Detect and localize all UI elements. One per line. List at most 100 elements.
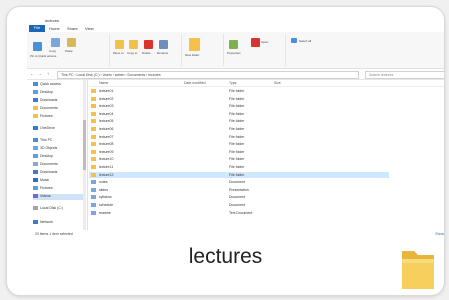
nav-item[interactable]: Desktop bbox=[33, 154, 85, 160]
file-name: lecture01 bbox=[99, 89, 114, 93]
ribbon-tabs: File Home Share View bbox=[27, 25, 444, 32]
nav-item[interactable]: Quick access bbox=[33, 82, 85, 88]
pin-icon[interactable] bbox=[33, 42, 42, 51]
move-to-icon[interactable] bbox=[115, 40, 124, 49]
properties-icon[interactable] bbox=[229, 40, 238, 49]
file-name: schedule bbox=[99, 203, 114, 207]
file-row[interactable]: lecture08 File folder bbox=[89, 141, 389, 147]
document-icon bbox=[91, 195, 96, 200]
tab-file[interactable]: File bbox=[29, 25, 45, 32]
search-input[interactable]: Search lectures bbox=[365, 71, 444, 79]
folder-icon bbox=[33, 114, 38, 119]
nav-item[interactable]: Pictures bbox=[33, 186, 85, 192]
search-placeholder: Search lectures bbox=[369, 73, 394, 77]
column-type[interactable]: Type bbox=[229, 81, 237, 85]
file-row[interactable]: lecture03 File folder bbox=[89, 103, 389, 109]
rename-label: Rename bbox=[157, 51, 169, 55]
organize-group: Move to Copy to Delete Rename bbox=[111, 34, 182, 66]
file-name: slides bbox=[99, 187, 108, 192]
cloud-icon bbox=[33, 126, 38, 131]
folder-icon bbox=[402, 251, 434, 289]
file-row[interactable]: lecture02 File folder bbox=[89, 96, 389, 102]
nav-item[interactable]: Downloads bbox=[33, 98, 85, 104]
nav-item[interactable]: Local Disk (C:) bbox=[33, 206, 85, 212]
window-titlebar: lectures bbox=[27, 17, 444, 25]
nav-item[interactable]: Documents bbox=[33, 106, 85, 112]
file-row[interactable]: schedule Document bbox=[89, 202, 389, 208]
navigation-pane: Quick access Desktop Downloads Documents… bbox=[27, 80, 88, 230]
status-right-text[interactable]: Show bbox=[435, 232, 444, 236]
computer-icon bbox=[33, 138, 38, 143]
status-bar: 20 items 1 item selected Show bbox=[27, 231, 444, 239]
forward-icon[interactable]: → bbox=[38, 71, 42, 76]
music-icon bbox=[33, 178, 38, 183]
open-group: Properties Open bbox=[225, 34, 286, 66]
nav-item[interactable]: This PC bbox=[33, 138, 85, 144]
window-title: lectures bbox=[45, 18, 60, 23]
file-row[interactable]: notes Document bbox=[89, 179, 389, 185]
file-type: File folder bbox=[229, 96, 245, 101]
new-folder-label: New folder bbox=[185, 53, 200, 57]
file-row[interactable]: lecture11 File folder bbox=[89, 164, 389, 170]
nav-item[interactable]: Network bbox=[33, 220, 85, 226]
address-bar-row: ← → ↑ This PC › Local Disk (C:) › Users … bbox=[27, 69, 444, 80]
file-name: lecture05 bbox=[99, 119, 114, 124]
file-row[interactable]: lecture12 File folder bbox=[89, 171, 389, 178]
file-row[interactable]: lecture01 File folder bbox=[89, 88, 389, 94]
nav-item[interactable]: Documents bbox=[33, 162, 85, 168]
up-icon[interactable]: ↑ bbox=[47, 71, 49, 76]
ribbon: Pin to Quick access Copy Paste Move to C… bbox=[27, 32, 444, 69]
video-icon bbox=[33, 194, 38, 199]
nav-item[interactable]: Music bbox=[33, 178, 85, 184]
column-date[interactable]: Date modified bbox=[184, 81, 206, 85]
delete-icon[interactable] bbox=[144, 40, 153, 49]
nav-item[interactable]: Desktop bbox=[33, 90, 85, 96]
document-icon bbox=[91, 210, 96, 215]
tab-share[interactable]: Share bbox=[67, 26, 78, 31]
file-row[interactable]: readme Text Document bbox=[89, 210, 389, 216]
new-folder-icon[interactable] bbox=[189, 38, 200, 51]
address-bar[interactable]: This PC › Local Disk (C:) › Users › admi… bbox=[57, 71, 359, 79]
copy-to-icon[interactable] bbox=[129, 40, 138, 49]
nav-item[interactable]: 3D Objects bbox=[33, 146, 85, 152]
file-row[interactable]: lecture09 File folder bbox=[89, 149, 389, 155]
select-all-icon[interactable] bbox=[291, 38, 297, 43]
nav-item[interactable]: OneDrive bbox=[33, 126, 85, 132]
file-name: lecture02 bbox=[99, 96, 114, 101]
new-group: New folder bbox=[183, 34, 224, 66]
file-row[interactable]: lecture10 File folder bbox=[89, 156, 389, 162]
file-row[interactable]: lecture07 File folder bbox=[89, 134, 389, 140]
file-row[interactable]: lecture04 File folder bbox=[89, 111, 389, 117]
file-row[interactable]: syllabus Document bbox=[89, 194, 389, 200]
file-row[interactable]: slides Presentation bbox=[89, 187, 389, 193]
file-name: readme bbox=[99, 210, 111, 215]
tab-view[interactable]: View bbox=[85, 26, 94, 31]
document-icon bbox=[91, 187, 96, 192]
file-type: File folder bbox=[229, 142, 245, 147]
column-name[interactable]: Name bbox=[99, 81, 108, 85]
file-row[interactable]: lecture05 File folder bbox=[89, 118, 389, 124]
rename-icon[interactable] bbox=[159, 40, 168, 49]
nav-item[interactable]: Downloads bbox=[33, 170, 85, 176]
clipboard-group: Pin to Quick access Copy Paste bbox=[29, 34, 110, 66]
file-row[interactable]: lecture06 File folder bbox=[89, 126, 389, 132]
nav-scrollbar-thumb[interactable] bbox=[83, 120, 86, 170]
open-label: Open bbox=[261, 40, 269, 44]
file-preview-card[interactable]: lectures File Home Share View Pin to Qui… bbox=[6, 6, 445, 296]
tab-home[interactable]: Home bbox=[49, 26, 60, 31]
pictures-icon bbox=[33, 186, 38, 191]
move-to-label: Move to bbox=[113, 51, 124, 55]
nav-item[interactable]: Videos bbox=[33, 194, 85, 200]
nav-item[interactable]: Pictures bbox=[33, 114, 85, 120]
open-icon[interactable] bbox=[251, 38, 260, 47]
file-name: lecture07 bbox=[99, 134, 114, 139]
file-type: File folder bbox=[229, 127, 245, 131]
back-icon[interactable]: ← bbox=[30, 71, 34, 76]
copy-icon[interactable] bbox=[51, 38, 60, 47]
select-group: Select all bbox=[287, 34, 347, 66]
paste-icon[interactable] bbox=[67, 38, 76, 47]
column-size[interactable]: Size bbox=[274, 81, 281, 85]
folder-icon bbox=[91, 172, 96, 177]
file-list-header: Name Date modified Type Size bbox=[89, 80, 444, 87]
file-name: lecture03 bbox=[99, 104, 114, 109]
